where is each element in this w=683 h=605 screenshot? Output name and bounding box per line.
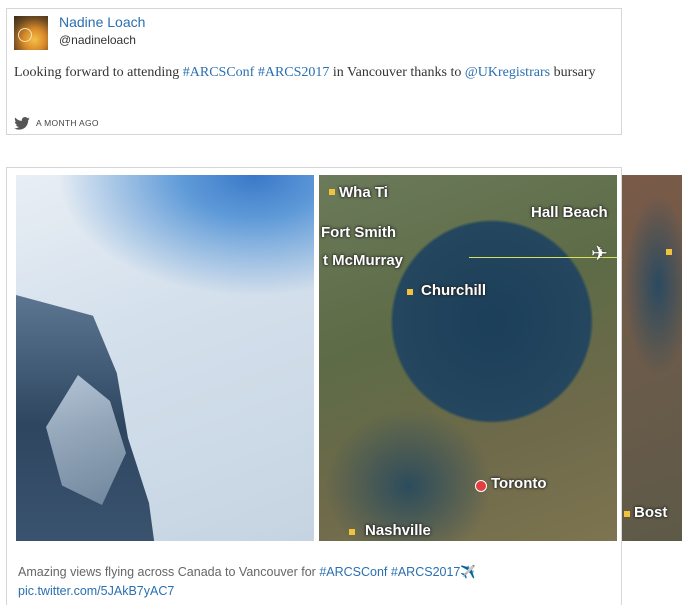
map-label: Wha Ti (339, 184, 388, 201)
tweet-text-part: Looking forward to attending (14, 65, 183, 80)
tweet-meta: A MONTH AGO (14, 115, 99, 131)
tweet-text-part: in Vancouver thanks to (329, 65, 465, 80)
photo-earth-from-plane[interactable] (16, 175, 314, 541)
timestamp[interactable]: A MONTH AGO (36, 118, 99, 128)
map-label: Hall Beach (531, 204, 608, 221)
hashtag-link[interactable]: #ARCSConf (183, 65, 255, 80)
author-name[interactable]: Nadine Loach (59, 14, 145, 30)
avatar[interactable] (14, 16, 48, 50)
map-label: Fort Smith (321, 224, 396, 241)
pic-link[interactable]: pic.twitter.com/5JAkB7yAC7 (18, 584, 174, 598)
hashtag-link[interactable]: #ARCS2017 (258, 65, 330, 80)
tweet-card: Nadine Loach @nadineloach Looking forwar… (6, 8, 622, 135)
hashtag-link[interactable]: #ARCS2017 (391, 565, 461, 579)
twitter-bird-icon[interactable] (14, 116, 30, 130)
tweet-text-part: bursary (550, 65, 596, 80)
tweet-card: ✈ Wha Ti Hall Beach Fort Smith t McMurra… (6, 167, 682, 605)
airplane-emoji-icon: ✈️ (460, 565, 476, 579)
map-label: Churchill (421, 282, 487, 299)
tweet-text: Looking forward to attending #ARCSConf #… (14, 62, 604, 83)
photo-flight-map-cropped[interactable]: Bost (622, 175, 682, 541)
tweet-text: Amazing views flying across Canada to Va… (18, 563, 618, 601)
photo-flight-map[interactable]: ✈ Wha Ti Hall Beach Fort Smith t McMurra… (319, 175, 617, 541)
plane-icon: ✈ (591, 243, 608, 265)
map-label: Bost (634, 504, 668, 521)
hashtag-link[interactable]: #ARCSConf (319, 565, 387, 579)
author-handle[interactable]: @nadineloach (59, 33, 136, 47)
mention-link[interactable]: @UKregistrars (465, 65, 550, 80)
map-label: Nashville (365, 522, 431, 539)
map-label: Toronto (491, 475, 547, 492)
map-label: t McMurray (323, 252, 404, 269)
tweet-text-part: Amazing views flying across Canada to Va… (18, 565, 320, 579)
toronto-marker (475, 480, 487, 492)
